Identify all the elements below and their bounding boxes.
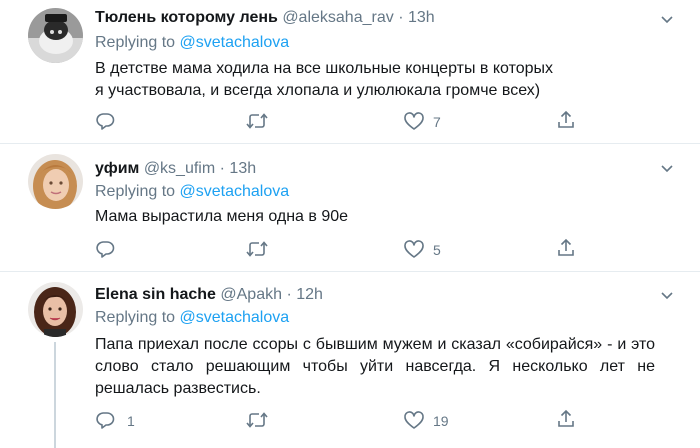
tweet-header: Тюлень которому лень @aleksaha_rav · 13h (95, 9, 435, 27)
avatar[interactable] (28, 282, 83, 337)
like-icon[interactable] (403, 410, 425, 430)
tweet-text: Папа приехал после ссоры с бывшим мужем … (95, 336, 655, 397)
separator-dot: · (286, 286, 292, 303)
replying-to: Replying to @svetachalova (95, 309, 289, 327)
like-count: 7 (433, 114, 441, 130)
tweet-2[interactable]: уфим @ks_ufim · 13h Replying to @svetach… (0, 144, 700, 271)
replying-prefix: Replying to (95, 183, 180, 200)
reply-icon[interactable] (95, 410, 115, 430)
reply-icon[interactable] (95, 239, 115, 259)
tweet-header: уфим @ks_ufim · 13h (95, 160, 256, 178)
replying-to-link[interactable]: @svetachalova (180, 34, 290, 51)
reply-count: 1 (127, 413, 135, 429)
chevron-down-icon[interactable] (660, 164, 674, 174)
timestamp[interactable]: 13h (229, 160, 256, 177)
user-handle[interactable]: @Apakh (220, 286, 282, 303)
like-icon[interactable] (403, 239, 425, 259)
replying-prefix: Replying to (95, 34, 180, 51)
chevron-down-icon[interactable] (660, 15, 674, 25)
replying-prefix: Replying to (95, 309, 180, 326)
timestamp[interactable]: 13h (408, 9, 435, 26)
separator-dot: · (398, 9, 404, 26)
tweet-3[interactable]: Elena sin hache @Apakh · 12h Replying to… (0, 272, 700, 448)
user-handle[interactable]: @ks_ufim (144, 160, 215, 177)
display-name[interactable]: уфим (95, 160, 139, 177)
retweet-icon[interactable] (245, 410, 269, 430)
share-icon[interactable] (556, 110, 576, 130)
replying-to-link[interactable]: @svetachalova (180, 309, 290, 326)
retweet-icon[interactable] (245, 111, 269, 131)
user-handle[interactable]: @aleksaha_rav (282, 9, 393, 26)
tweet-1[interactable]: Тюлень которому лень @aleksaha_rav · 13h… (0, 0, 700, 143)
chevron-down-icon[interactable] (660, 291, 674, 301)
like-icon[interactable] (403, 111, 425, 131)
reply-icon[interactable] (95, 111, 115, 131)
share-icon[interactable] (556, 409, 576, 429)
tweet-header: Elena sin hache @Apakh · 12h (95, 286, 323, 304)
thread-line (54, 342, 56, 448)
separator-dot: · (219, 160, 225, 177)
replying-to-link[interactable]: @svetachalova (180, 183, 290, 200)
avatar[interactable] (28, 8, 83, 63)
replying-to: Replying to @svetachalova (95, 183, 289, 201)
tweet-text: Мама вырастила меня одна в 90е (95, 208, 349, 225)
like-count: 5 (433, 242, 441, 258)
display-name[interactable]: Тюлень которому лень (95, 9, 278, 26)
share-icon[interactable] (556, 238, 576, 258)
like-count: 19 (433, 413, 449, 429)
replying-to: Replying to @svetachalova (95, 34, 289, 52)
retweet-icon[interactable] (245, 239, 269, 259)
tweet-text: В детстве мама ходила на все школьные ко… (95, 60, 554, 99)
avatar[interactable] (28, 154, 83, 209)
display-name[interactable]: Elena sin hache (95, 286, 216, 303)
timestamp[interactable]: 12h (296, 286, 323, 303)
